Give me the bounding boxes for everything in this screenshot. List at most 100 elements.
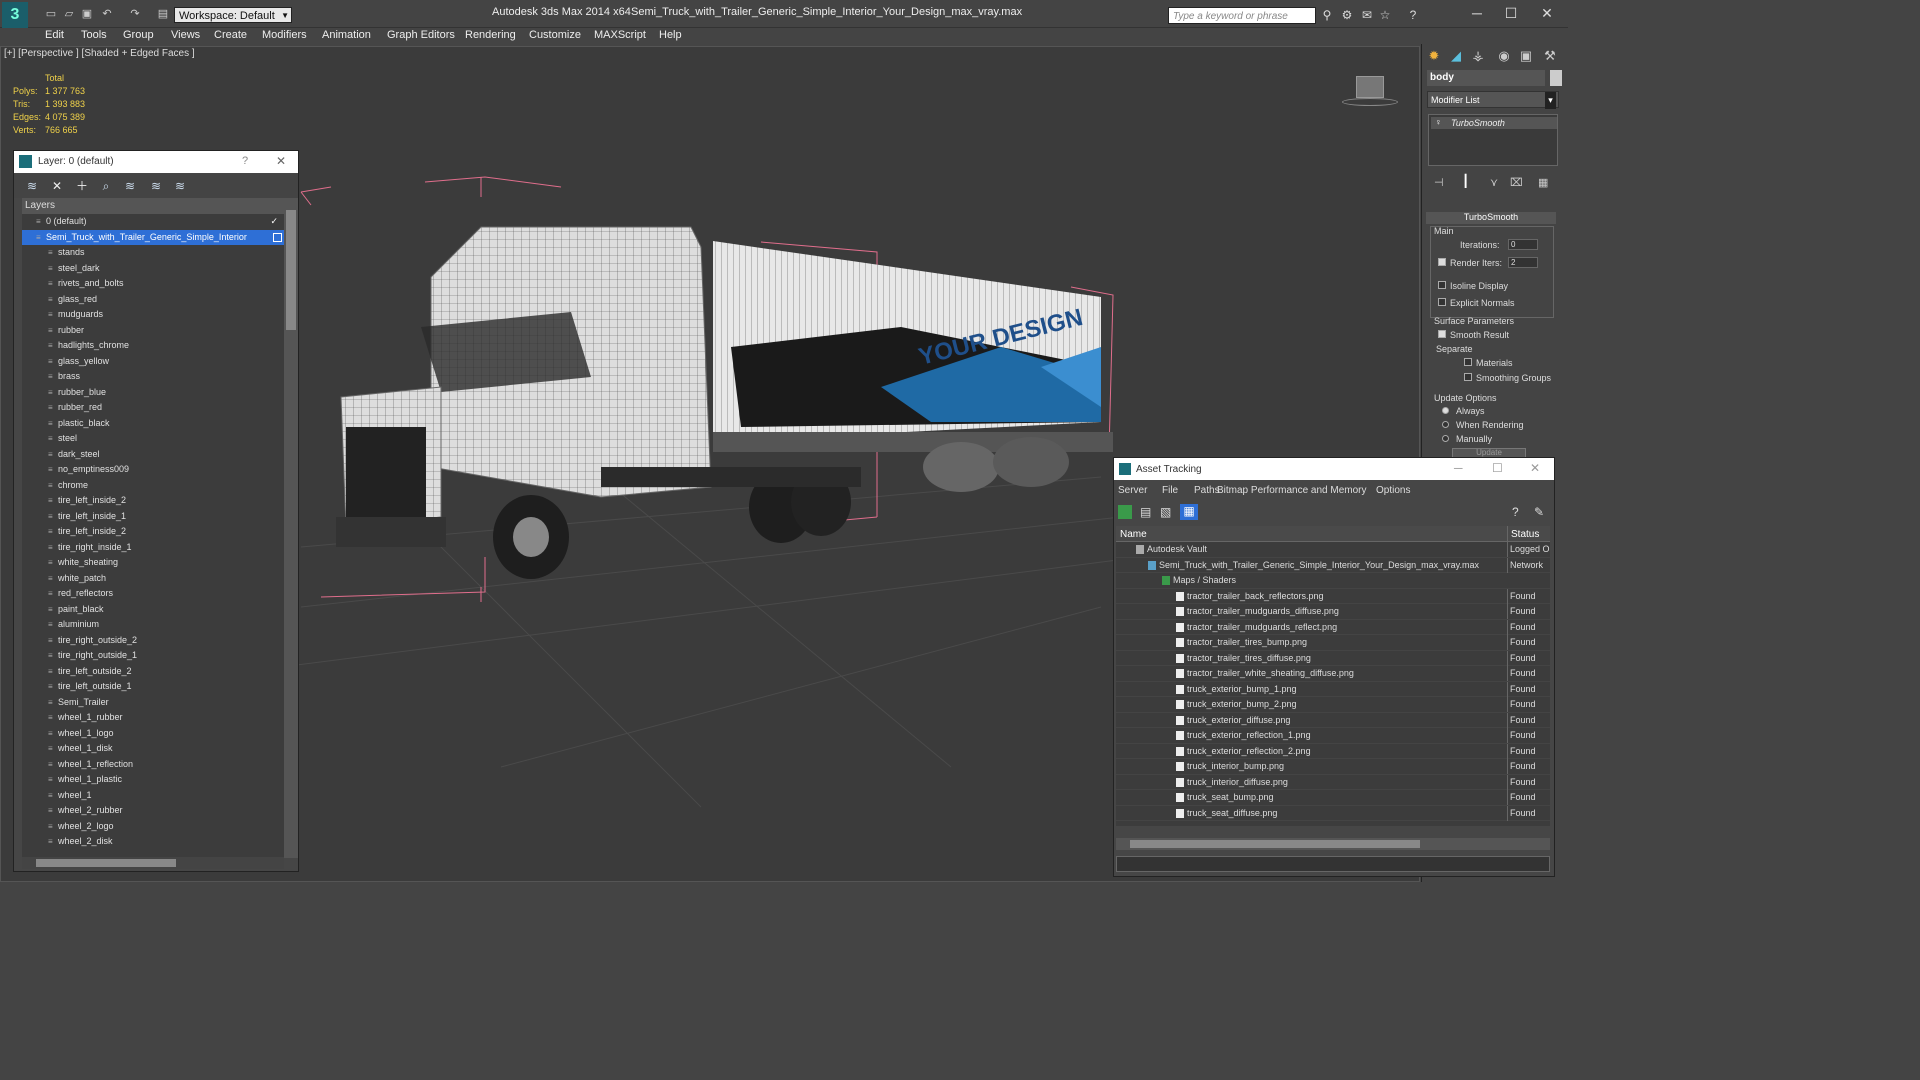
asset-menu-paths[interactable]: Paths [1194, 485, 1220, 496]
scrollbar-thumb[interactable] [1130, 840, 1420, 848]
maximize-button[interactable]: ☐ [1496, 4, 1526, 22]
workspace-dropdown[interactable]: Workspace: Default ▼ [174, 7, 292, 23]
make-unique-icon[interactable]: ⋎ [1490, 176, 1498, 189]
list-view-icon[interactable]: ▤ [1140, 505, 1151, 519]
pin-stack-icon[interactable]: ⊣ [1434, 176, 1444, 189]
menu-maxscript[interactable]: MAXScript [594, 28, 646, 42]
menu-create[interactable]: Create [214, 28, 247, 42]
search-input[interactable]: Type a keyword or phrase [1168, 7, 1316, 24]
object-name-field[interactable]: body [1427, 70, 1545, 86]
layer-row[interactable]: ≡ paint_black [22, 602, 284, 618]
asset-row[interactable]: truck_exterior_diffuse.png Found [1116, 712, 1550, 728]
asset-row[interactable]: truck_interior_diffuse.png Found [1116, 774, 1550, 790]
create-tab-icon[interactable]: ✹ [1424, 46, 1444, 66]
layer-row[interactable]: ≡ stands [22, 245, 284, 261]
thumbnail-view-icon[interactable]: ▧ [1160, 505, 1171, 519]
table-view-icon[interactable]: ▦ [1180, 504, 1198, 520]
help-icon[interactable]: ? [242, 155, 248, 167]
asset-row[interactable]: Autodesk Vault Logged O [1116, 542, 1550, 558]
layer-row[interactable]: ≡ mudguards [22, 307, 284, 323]
layer-row[interactable]: ≡ tire_right_outside_1 [22, 648, 284, 664]
layer-row[interactable]: ≡ Semi_Truck_with_Trailer_Generic_Simple_… [22, 229, 284, 245]
modify-tab-icon[interactable]: ◢ [1446, 46, 1466, 66]
lightbulb-icon[interactable]: ♀ [1435, 117, 1442, 127]
minimize-button[interactable]: ─ [1462, 4, 1492, 22]
turbosmooth-rollout-header[interactable]: TurboSmooth [1426, 212, 1556, 224]
layer-row[interactable]: ≡ tire_left_inside_2 [22, 493, 284, 509]
asset-menu-file[interactable]: File [1162, 485, 1178, 496]
open-folder-icon[interactable]: ▱ [62, 7, 76, 21]
asset-row[interactable]: Semi_Truck_with_Trailer_Generic_Simple_I… [1116, 557, 1550, 573]
layer-row[interactable]: ≡ hadlights_chrome [22, 338, 284, 354]
highlight-layer-icon[interactable]: ≋ [122, 178, 138, 194]
freeze-all-icon[interactable]: ≋ [172, 178, 188, 194]
stack-item-turbosmooth[interactable]: TurboSmooth [1431, 117, 1557, 129]
layer-row[interactable]: ≡ rivets_and_bolts [22, 276, 284, 292]
close-icon[interactable]: ✕ [276, 154, 286, 168]
maximize-icon[interactable]: ☐ [1492, 461, 1503, 475]
select-objects-icon[interactable]: ⌕ [98, 178, 114, 194]
subscription-icon[interactable]: ⚙ [1340, 8, 1354, 22]
refresh-icon[interactable] [1118, 505, 1132, 519]
materials-checkbox[interactable] [1464, 358, 1472, 366]
layer-row[interactable]: ≡ dark_steel [22, 447, 284, 463]
help-icon[interactable]: ? [1406, 8, 1420, 22]
asset-menu-bitmap-performance[interactable]: Bitmap Performance and Memory [1217, 485, 1367, 496]
asset-menu-server[interactable]: Server [1118, 485, 1147, 496]
communication-icon[interactable]: ✉ [1360, 8, 1374, 22]
add-to-layer-icon[interactable]: ＋ [74, 178, 90, 194]
layer-row[interactable]: ≡ rubber [22, 323, 284, 339]
layer-row[interactable]: ≡ plastic_black [22, 416, 284, 432]
layer-row[interactable]: ≡ glass_yellow [22, 354, 284, 370]
layer-row[interactable]: ≡ tire_left_inside_2 [22, 524, 284, 540]
layer-row[interactable]: ≡ red_reflectors [22, 586, 284, 602]
iterations-spinner[interactable]: 0 [1508, 239, 1538, 250]
layer-row[interactable]: ≡ wheel_1_logo [22, 726, 284, 742]
asset-row[interactable]: truck_interior_bump.png Found [1116, 759, 1550, 775]
project-folder-icon[interactable]: ▤ [156, 7, 170, 21]
layer-row[interactable]: ≡ rubber_red [22, 400, 284, 416]
layer-row[interactable]: ≡ wheel_1_disk [22, 741, 284, 757]
layer-row[interactable]: ≡ chrome [22, 478, 284, 494]
menu-views[interactable]: Views [171, 28, 200, 42]
layer-row[interactable]: ≡ white_patch [22, 571, 284, 587]
always-radio[interactable] [1442, 407, 1449, 414]
layer-row[interactable]: ≡ white_sheating [22, 555, 284, 571]
status-column-header[interactable]: Status [1507, 526, 1539, 542]
undo-icon[interactable]: ↶ [100, 7, 114, 21]
menu-graph-editors[interactable]: Graph Editors [387, 28, 455, 42]
layer-row[interactable]: ≡ tire_left_outside_1 [22, 679, 284, 695]
asset-row[interactable]: truck_seat_diffuse.png Found [1116, 805, 1550, 821]
layer-row[interactable]: ≡ steel_dark [22, 261, 284, 277]
layer-row[interactable]: ≡ aluminium [22, 617, 284, 633]
asset-row[interactable]: truck_exterior_reflection_2.png Found [1116, 743, 1550, 759]
close-icon[interactable]: ✕ [1530, 461, 1540, 475]
render-iters-spinner[interactable]: 2 [1508, 257, 1538, 268]
delete-layer-icon[interactable]: ✕ [49, 178, 65, 194]
show-end-result-icon[interactable]: ┃ [1462, 174, 1469, 188]
asset-row[interactable]: Maps / Shaders [1116, 573, 1550, 589]
menu-tools[interactable]: Tools [81, 28, 107, 42]
settings-icon[interactable]: ✎ [1534, 505, 1544, 519]
layer-row[interactable]: ≡ tire_right_inside_1 [22, 540, 284, 556]
asset-row[interactable]: tractor_trailer_tires_diffuse.png Found [1116, 650, 1550, 666]
layer-row[interactable]: ≡ tire_left_outside_2 [22, 664, 284, 680]
smooth-result-checkbox[interactable] [1438, 330, 1446, 338]
asset-row[interactable]: tractor_trailer_mudguards_diffuse.png Fou… [1116, 604, 1550, 620]
asset-row[interactable]: truck_exterior_reflection_1.png Found [1116, 728, 1550, 744]
layer-row[interactable]: ≡ tire_left_inside_1 [22, 509, 284, 525]
motion-tab-icon[interactable]: ◉ [1494, 46, 1514, 66]
app-logo-button[interactable]: 3 [2, 2, 28, 28]
menu-animation[interactable]: Animation [322, 28, 371, 42]
viewcube[interactable] [1342, 76, 1398, 106]
asset-row[interactable]: tractor_trailer_back_reflectors.png Found [1116, 588, 1550, 604]
layer-row[interactable]: ≡ wheel_1_reflection [22, 757, 284, 773]
menu-customize[interactable]: Customize [529, 28, 581, 42]
asset-row[interactable]: tractor_trailer_white_sheating_diffuse.p… [1116, 666, 1550, 682]
layer-row[interactable]: ≡ 0 (default) ✓ [22, 214, 284, 230]
hierarchy-tab-icon[interactable]: ⚶ [1468, 46, 1488, 66]
redo-icon[interactable]: ↷ [128, 7, 142, 21]
layer-horizontal-scrollbar[interactable] [22, 857, 284, 869]
layer-vertical-scrollbar[interactable] [284, 198, 298, 858]
binoculars-icon[interactable]: ⚲ [1320, 8, 1334, 22]
